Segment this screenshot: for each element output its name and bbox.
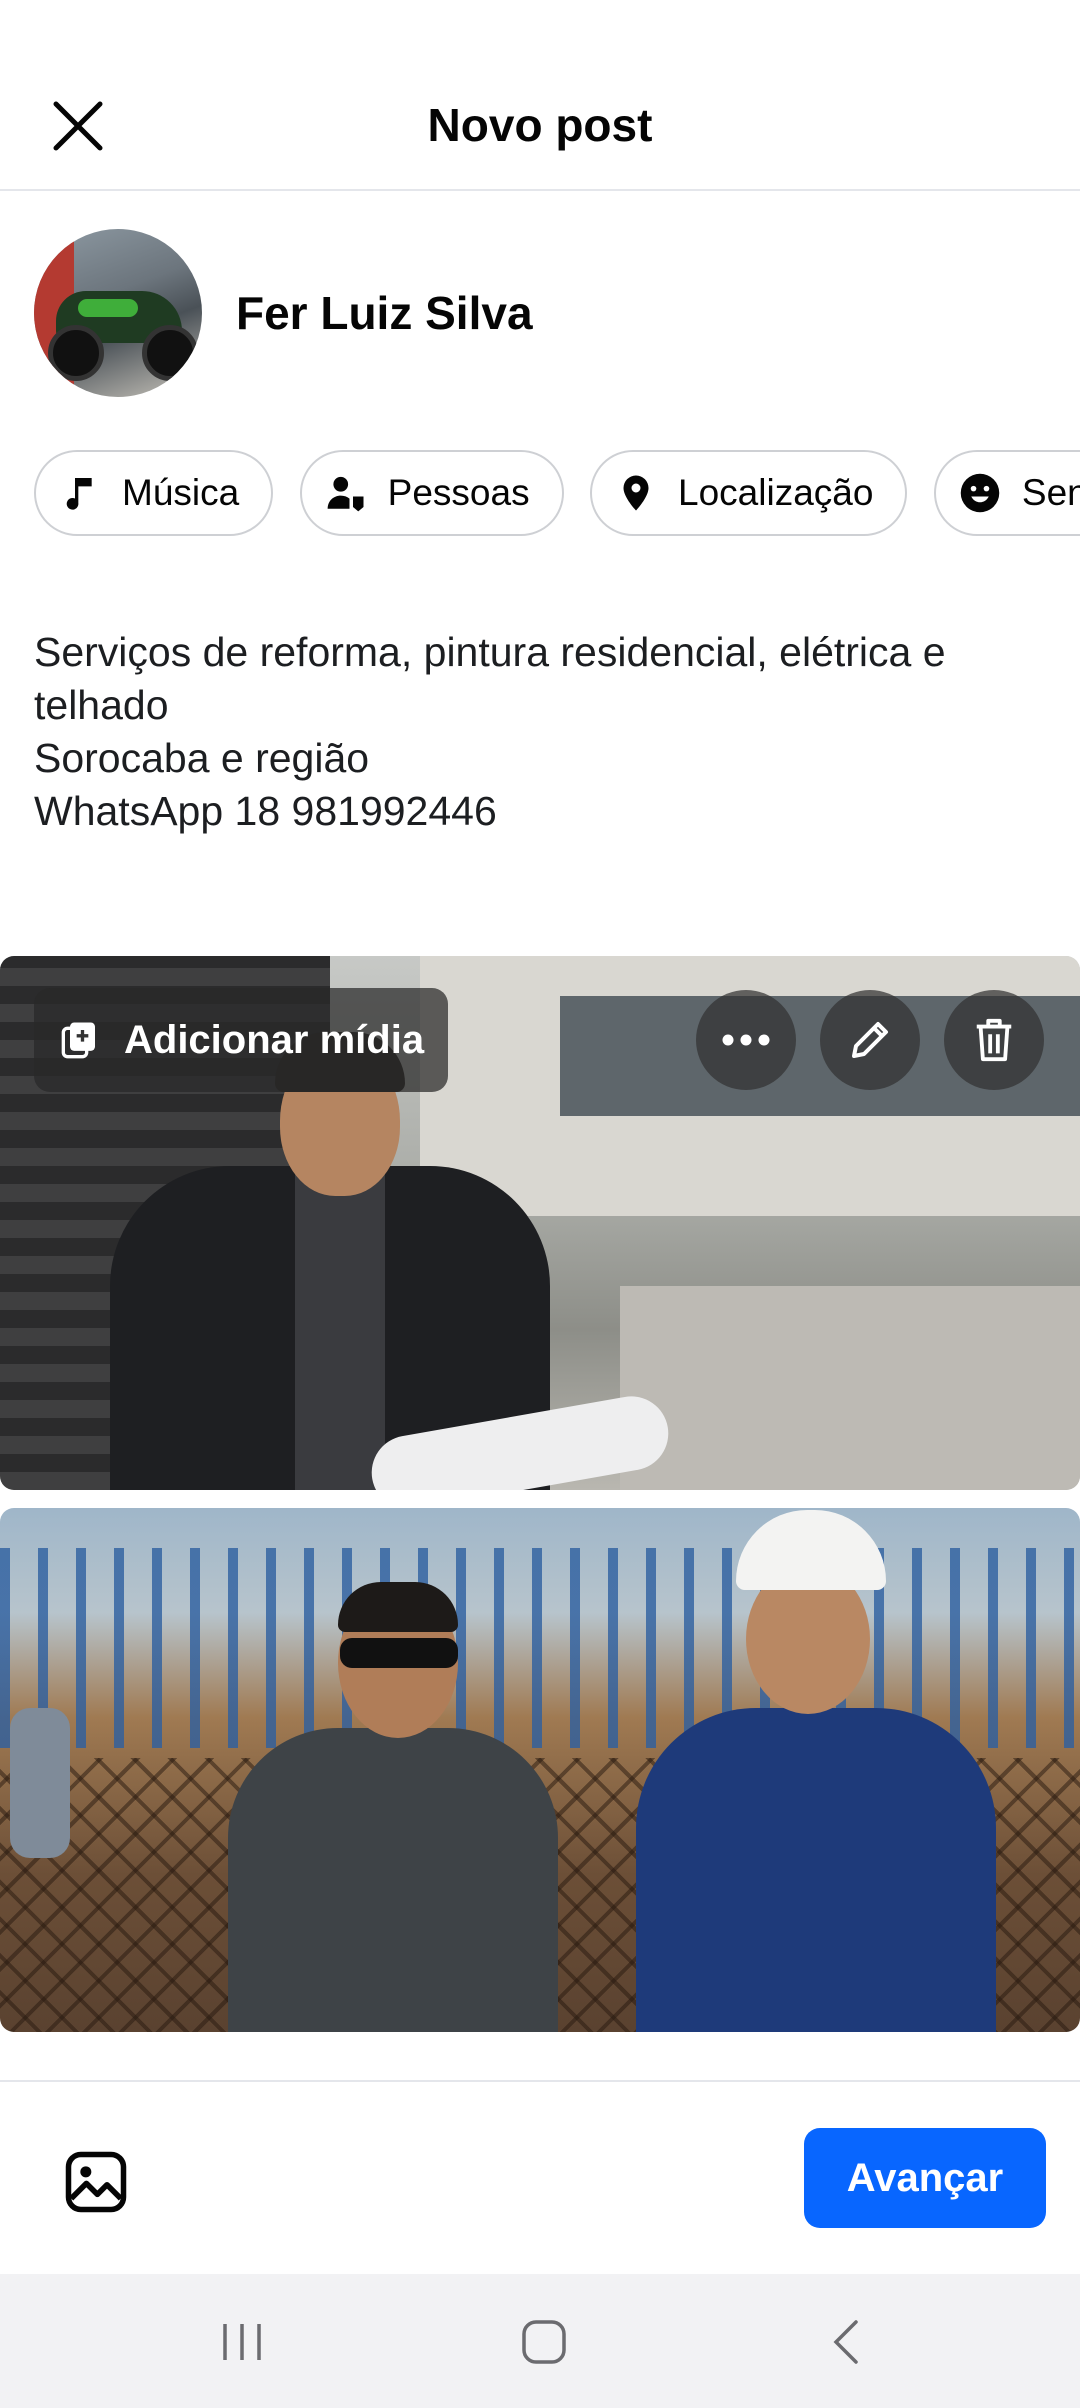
back-button[interactable] xyxy=(796,2304,896,2380)
header: Novo post xyxy=(0,0,1080,191)
add-media-button[interactable]: Adicionar mídia xyxy=(34,988,449,1092)
delete-media-button[interactable] xyxy=(944,990,1044,1090)
gallery-button[interactable] xyxy=(54,2140,138,2224)
post-options-chips: Música Pessoas Localização Sentimento xyxy=(34,450,1080,540)
chip-location[interactable]: Localização xyxy=(590,450,908,536)
back-arrow-icon xyxy=(833,2320,858,2364)
recent-apps-icon xyxy=(223,2324,261,2360)
image-gallery-icon xyxy=(65,2151,127,2213)
more-options-button[interactable] xyxy=(696,990,796,1090)
chip-label: Pessoas xyxy=(387,472,530,513)
home-button[interactable] xyxy=(494,2304,594,2380)
home-icon xyxy=(522,2320,566,2364)
chip-label: Música xyxy=(122,472,240,513)
page-title: Novo post xyxy=(427,99,653,151)
more-dots-icon xyxy=(722,1034,770,1046)
chip-feeling[interactable]: Sentimento xyxy=(933,450,1080,536)
edit-media-button[interactable] xyxy=(820,990,920,1090)
next-button[interactable]: Avançar xyxy=(804,2128,1046,2228)
post-text-input[interactable]: Serviços de reforma, pintura residencial… xyxy=(34,626,1044,838)
recent-apps-button[interactable] xyxy=(192,2304,292,2380)
pencil-icon xyxy=(852,1022,888,1058)
author-row: Fer Luiz Silva xyxy=(34,228,533,398)
chip-people[interactable]: Pessoas xyxy=(299,450,564,536)
media-image-2[interactable] xyxy=(0,1508,1080,2032)
music-note-icon xyxy=(58,471,102,515)
trash-icon xyxy=(976,1018,1012,1062)
add-media-label: Adicionar mídia xyxy=(124,1017,425,1062)
chip-label: Localização xyxy=(678,472,874,513)
add-media-icon xyxy=(58,1018,102,1062)
author-name: Fer Luiz Silva xyxy=(236,287,533,339)
bottom-divider xyxy=(0,2080,1080,2082)
chip-music[interactable]: Música xyxy=(34,450,274,536)
avatar xyxy=(34,229,202,397)
location-pin-icon xyxy=(614,471,658,515)
smiley-icon xyxy=(958,471,1002,515)
chip-label: Sentimento xyxy=(1021,472,1080,513)
system-navigation-bar xyxy=(0,2274,1080,2408)
tag-people-icon xyxy=(324,471,368,515)
